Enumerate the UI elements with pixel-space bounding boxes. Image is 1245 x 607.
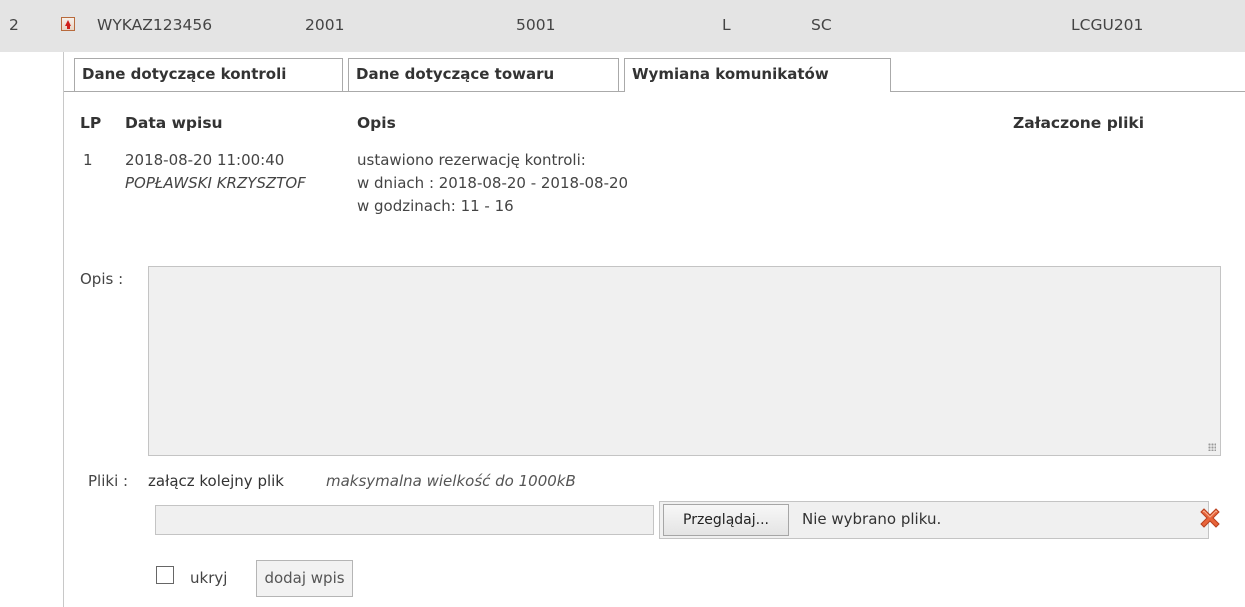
add-entry-button[interactable]: dodaj wpis bbox=[256, 560, 353, 597]
row-number: 2 bbox=[9, 16, 19, 34]
record-col-3: L bbox=[722, 16, 731, 34]
file-path-field[interactable] bbox=[155, 505, 654, 535]
attach-file-link[interactable]: załącz kolejny plik bbox=[148, 472, 284, 490]
tab-label: Dane dotyczące towaru bbox=[356, 65, 555, 83]
column-header-files: Załaczone pliki bbox=[1013, 114, 1145, 132]
record-id: WYKAZ123456 bbox=[97, 16, 213, 34]
tab-label: Dane dotyczące kontroli bbox=[82, 65, 287, 83]
hide-label: ukryj bbox=[190, 569, 228, 587]
record-row: 2 WYKAZ123456 2001 5001 L SC LCGU201 bbox=[0, 0, 1245, 52]
record-col-4: SC bbox=[811, 16, 832, 34]
column-header-date: Data wpisu bbox=[125, 114, 223, 132]
row-description-line: ustawiono rezerwację kontroli: bbox=[357, 151, 586, 169]
row-description-line: w godzinach: 11 - 16 bbox=[357, 197, 514, 215]
record-col-2: 5001 bbox=[516, 16, 556, 34]
row-lp: 1 bbox=[83, 151, 93, 169]
tab-goods-data[interactable]: Dane dotyczące towaru bbox=[348, 58, 619, 91]
row-author: POPŁAWSKI KRZYSZTOF bbox=[125, 174, 306, 192]
no-file-text: Nie wybrano pliku. bbox=[802, 510, 942, 528]
tab-message-exchange[interactable]: Wymiana komunikatów bbox=[624, 58, 891, 92]
tab-control-data[interactable]: Dane dotyczące kontroli bbox=[74, 58, 343, 91]
hide-checkbox[interactable] bbox=[156, 566, 174, 584]
description-textarea[interactable] bbox=[148, 266, 1221, 456]
detail-panel-border bbox=[63, 52, 64, 607]
row-description-line: w dniach : 2018-08-20 - 2018-08-20 bbox=[357, 174, 629, 192]
column-header-description: Opis bbox=[357, 114, 396, 132]
description-label: Opis : bbox=[80, 270, 124, 288]
files-label: Pliki : bbox=[88, 472, 129, 490]
arrow-up-icon[interactable] bbox=[61, 17, 75, 31]
remove-x-icon[interactable] bbox=[1197, 505, 1223, 531]
column-header-lp: LP bbox=[80, 114, 102, 132]
record-col-5: LCGU201 bbox=[1071, 16, 1144, 34]
tab-label: Wymiana komunikatów bbox=[632, 65, 829, 83]
record-col-1: 2001 bbox=[305, 16, 345, 34]
row-date: 2018-08-20 11:00:40 bbox=[125, 151, 285, 169]
resize-grip-icon[interactable] bbox=[1208, 443, 1216, 451]
browse-button[interactable]: Przeglądaj... bbox=[663, 504, 789, 536]
max-size-note: maksymalna wielkość do 1000kB bbox=[326, 472, 576, 490]
